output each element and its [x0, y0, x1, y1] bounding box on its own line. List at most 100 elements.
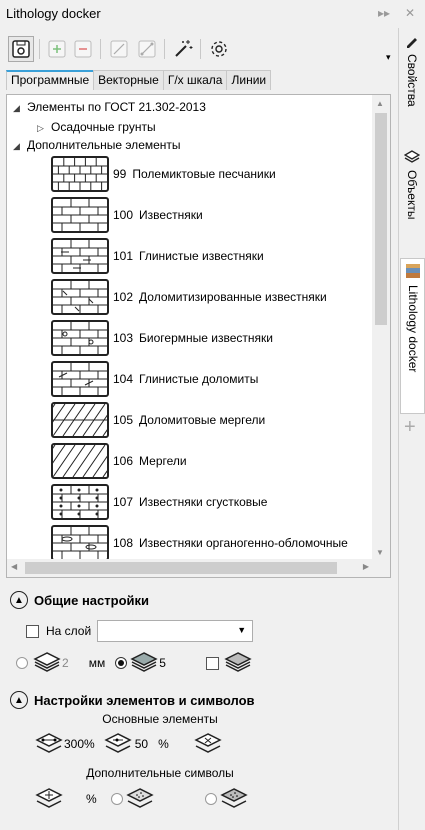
pattern-label: Доломитовые мергели [139, 413, 266, 427]
pattern-label: Мергели [139, 454, 187, 468]
pattern-label: Полемиктовые песчаники [132, 167, 276, 181]
extra-symbols-label: Дополнительные символы [86, 766, 234, 780]
pattern-number: 104 [113, 372, 134, 386]
pattern-number: 103 [113, 331, 134, 345]
pattern-label: Известняки органогенно-обломочные [139, 536, 348, 550]
scroll-down-icon[interactable]: ▼ [376, 548, 384, 557]
pattern-item[interactable]: 102 Доломитизированные известняки [51, 278, 327, 316]
layers-expand-icon [35, 788, 63, 808]
scale-unit-1: % [84, 737, 95, 751]
tab-strip: Программные Векторные Г/х шкала Линии [6, 70, 272, 90]
size-value-1: 2 [62, 656, 69, 670]
pattern-number: 107 [113, 495, 134, 509]
window-title: Lithology docker [6, 6, 101, 21]
extra-symbols-row: % [34, 785, 249, 813]
scroll-thumb[interactable] [375, 113, 387, 325]
pattern-swatch [51, 320, 109, 356]
pattern-item[interactable]: 103 Биогермные известняки [51, 319, 273, 357]
pattern-item[interactable]: 100 Известняки [51, 196, 203, 234]
pattern-number: 108 [113, 536, 134, 550]
collapse-icon[interactable]: ▲ [10, 691, 28, 709]
scale-value-1: 300 [64, 737, 85, 751]
pattern-number: 105 [113, 413, 134, 427]
pattern-swatch [51, 361, 109, 397]
expand-icon[interactable]: ▸▸ [378, 6, 390, 20]
scroll-right-icon[interactable]: ▶ [363, 562, 369, 571]
pattern-label: Глинистые доломиты [139, 372, 259, 386]
gear-icon[interactable] [206, 36, 232, 62]
remove-icon[interactable] [70, 36, 96, 62]
toolbar-overflow-icon[interactable]: ▾ [386, 52, 391, 63]
line-icon[interactable] [106, 36, 132, 62]
extra-radio-2[interactable] [204, 793, 217, 805]
hscroll-thumb[interactable] [25, 562, 337, 574]
pattern-item[interactable]: 101 Глинистые известняки [51, 237, 264, 275]
collapse-icon[interactable]: ▲ [10, 591, 28, 609]
scale-unit-2: % [158, 737, 169, 751]
tab-linii[interactable]: Линии [226, 70, 272, 90]
layers-gray-icon [224, 652, 252, 672]
pattern-number: 101 [113, 249, 134, 263]
pattern-swatch [51, 279, 109, 315]
add-icon[interactable] [44, 36, 70, 62]
tree-node-gost[interactable]: ◢ Элементы по ГОСТ 21.302-2013 [13, 98, 206, 116]
tab-programmnye[interactable]: Программные [6, 70, 95, 90]
save-icon[interactable] [8, 36, 34, 62]
layers-filled-icon [130, 652, 158, 672]
pattern-swatch [51, 402, 109, 438]
pattern-swatch [51, 443, 109, 479]
title-bar: Lithology docker ▸▸ ✕ [0, 0, 425, 28]
layers-icon [33, 652, 61, 672]
collapsed-icon[interactable]: ▷ [37, 119, 51, 137]
magic-wand-icon[interactable] [170, 36, 196, 62]
layers-offset-icon [104, 733, 132, 753]
expanded-icon[interactable]: ◢ [13, 137, 27, 155]
size-radio-1[interactable] [16, 657, 28, 669]
general-settings-header[interactable]: ▲ Общие настройки [10, 590, 149, 610]
layer-dropdown[interactable]: ▼ [97, 620, 254, 642]
tree-node-sediment[interactable]: ▷ Осадочные грунты [37, 118, 156, 136]
layers-rotate-icon [194, 733, 222, 753]
tab-properties[interactable]: Свойства [400, 30, 425, 142]
add-docker-icon[interactable]: + [404, 416, 416, 439]
lithology-icon [406, 264, 420, 278]
pattern-swatch [51, 197, 109, 233]
tab-gh-shkala[interactable]: Г/х шкала [162, 70, 228, 90]
main-elements-row: 300 % 50 % [34, 730, 223, 758]
pattern-item[interactable]: 106 Мергели [51, 442, 187, 480]
tree-node-additional[interactable]: ◢ Дополнительные элементы [13, 136, 181, 154]
expanded-icon[interactable]: ◢ [13, 99, 27, 117]
scale-value-2: 50 [134, 737, 149, 751]
pattern-item[interactable]: 108 Известняки органогенно-обломочные [51, 524, 348, 561]
on-layer-label: На слой [46, 624, 92, 638]
layers-scale-icon [35, 733, 63, 753]
scroll-left-icon[interactable]: ◀ [11, 562, 17, 571]
tab-lithology-docker[interactable]: Lithology docker [400, 258, 425, 414]
pattern-item[interactable]: 105 Доломитовые мергели [51, 401, 265, 439]
tab-objects[interactable]: Объекты [400, 146, 425, 256]
on-layer-checkbox[interactable] [26, 624, 39, 638]
pattern-item[interactable]: 99 Полемиктовые песчаники [51, 155, 276, 193]
pattern-label: Глинистые известняки [139, 249, 264, 263]
pattern-label: Известняки [139, 208, 203, 222]
size-value-2: 5 [159, 656, 166, 670]
connector-icon[interactable] [134, 36, 160, 62]
pattern-number: 106 [113, 454, 134, 468]
properties-icon [407, 38, 417, 48]
vertical-scrollbar[interactable]: ▲ ▼ [372, 95, 390, 561]
layers-checkbox[interactable] [205, 656, 219, 670]
main-elements-label: Основные элементы [102, 712, 218, 726]
close-icon[interactable]: ✕ [405, 6, 415, 20]
extra-radio-1[interactable] [110, 793, 123, 805]
pattern-swatch [51, 156, 109, 192]
elements-settings-header[interactable]: ▲ Настройки элементов и символов [10, 690, 255, 710]
chevron-down-icon: ▼ [237, 625, 247, 635]
pattern-swatch [51, 238, 109, 274]
scroll-up-icon[interactable]: ▲ [376, 99, 384, 108]
size-radio-2[interactable] [115, 657, 128, 669]
layers-dotted-gray-icon [219, 788, 248, 808]
tab-vektornye[interactable]: Векторные [93, 70, 164, 90]
pattern-item[interactable]: 107 Известняки сгустковые [51, 483, 267, 521]
pattern-item[interactable]: 104 Глинистые доломиты [51, 360, 258, 398]
horizontal-scrollbar[interactable]: ◀ ▶ [7, 559, 373, 577]
